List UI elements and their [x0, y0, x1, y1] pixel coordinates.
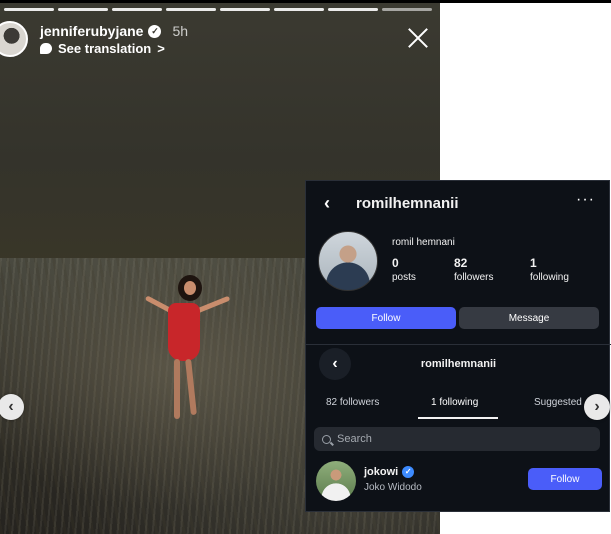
see-translation-link[interactable]: See translation > — [40, 41, 165, 56]
speech-bubble-icon — [40, 43, 52, 54]
story-progress-bar — [4, 8, 432, 11]
search-bar[interactable] — [314, 427, 600, 451]
follow-jokowi-button[interactable]: Follow — [528, 468, 602, 490]
message-button[interactable]: Message — [459, 307, 599, 329]
user-avatar-jokowi[interactable] — [316, 461, 356, 501]
close-icon[interactable] — [405, 25, 431, 51]
list-item-username[interactable]: jokowi ✓ — [364, 466, 415, 478]
back-arrow-icon[interactable]: ‹ — [324, 193, 330, 214]
see-translation-label: See translation — [58, 41, 152, 56]
next-story-button[interactable]: › — [584, 394, 610, 420]
follow-button[interactable]: Follow — [316, 307, 456, 329]
profile-avatar[interactable] — [318, 231, 378, 291]
active-tab-indicator — [418, 417, 498, 419]
following-view-username: romilhemnanii — [420, 358, 497, 370]
tab-suggested[interactable]: Suggested — [534, 397, 582, 408]
search-input[interactable] — [337, 433, 577, 445]
dancer-figure — [138, 275, 238, 425]
following-back-button[interactable]: ‹ — [319, 348, 351, 380]
search-icon — [322, 434, 331, 444]
list-item-full-name: Joko Widodo — [364, 482, 422, 493]
connections-tabs: 82 followers 1 following Suggested — [306, 391, 611, 421]
stat-following[interactable]: 1 following — [530, 256, 569, 283]
more-options-icon[interactable]: ··· — [576, 191, 595, 209]
profile-panel: ‹ romilhemnanii ··· romil hemnani 0 post… — [305, 180, 611, 512]
verified-badge-icon: ✓ — [402, 466, 415, 478]
verified-badge-icon: ✓ — [148, 24, 162, 38]
stat-followers[interactable]: 82 followers — [454, 256, 493, 283]
story-user-header[interactable]: jenniferubyjane ✓ 5h — [40, 23, 188, 39]
profile-username: romilhemnanii — [356, 195, 459, 212]
profile-full-name: romil hemnani — [392, 237, 455, 248]
stat-posts[interactable]: 0 posts — [392, 256, 416, 283]
tab-following[interactable]: 1 following — [431, 397, 478, 408]
story-timestamp: 5h — [172, 23, 189, 39]
section-divider — [306, 344, 611, 345]
story-username[interactable]: jenniferubyjane — [40, 23, 143, 39]
chevron-right-icon: > — [157, 41, 165, 56]
tab-followers[interactable]: 82 followers — [326, 397, 379, 408]
